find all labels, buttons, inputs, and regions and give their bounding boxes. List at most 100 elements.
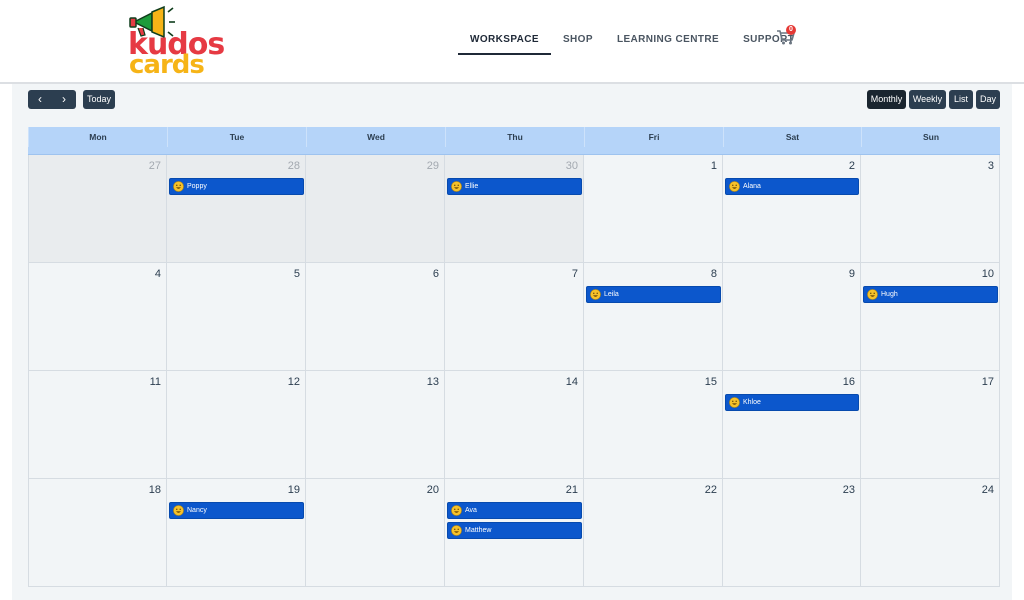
day-number: 28 xyxy=(287,160,300,172)
day-number: 22 xyxy=(704,484,717,496)
calendar-event[interactable]: Hugh xyxy=(863,286,998,303)
smiley-face-icon xyxy=(451,181,462,192)
event-label: Nancy xyxy=(187,507,207,514)
site-header: kudos cards WORKSPACE SHOP LEARNING CENT… xyxy=(0,0,1024,84)
cart-count-badge: 0 xyxy=(786,25,796,35)
smiley-face-icon xyxy=(729,397,740,408)
smiley-face-icon xyxy=(173,505,184,516)
weekday-label-sun: Sun xyxy=(861,127,1000,147)
day-cell[interactable]: 27 xyxy=(28,155,167,263)
logo-text-cards: cards xyxy=(129,50,205,80)
day-number: 6 xyxy=(432,268,439,280)
day-cell[interactable]: 10 xyxy=(861,263,1000,371)
day-number: 24 xyxy=(981,484,994,496)
day-cell[interactable]: 24 xyxy=(861,479,1000,587)
day-cell[interactable]: 29 xyxy=(306,155,445,263)
view-day-button[interactable]: Day xyxy=(976,90,1000,109)
day-cell[interactable]: 12 xyxy=(167,371,306,479)
day-number: 11 xyxy=(149,376,161,388)
day-cell[interactable]: 1 xyxy=(584,155,723,263)
day-cell[interactable]: 6 xyxy=(306,263,445,371)
nav-learning-centre[interactable]: LEARNING CENTRE xyxy=(605,28,731,53)
nav-shop[interactable]: SHOP xyxy=(551,28,605,53)
day-cell[interactable]: 20 xyxy=(306,479,445,587)
view-monthly-button[interactable]: Monthly xyxy=(867,90,906,109)
day-cell[interactable]: 7 xyxy=(445,263,584,371)
day-cell[interactable]: 13 xyxy=(306,371,445,479)
calendar-event[interactable]: Matthew xyxy=(447,522,582,539)
calendar-event[interactable]: Poppy xyxy=(169,178,304,195)
weekday-label-tue: Tue xyxy=(167,127,306,147)
day-number: 5 xyxy=(293,268,300,280)
day-number: 20 xyxy=(426,484,439,496)
day-cell[interactable]: 19 xyxy=(167,479,306,587)
event-label: Leila xyxy=(604,291,619,298)
event-label: Poppy xyxy=(187,183,207,190)
nav-workspace[interactable]: WORKSPACE xyxy=(458,28,551,55)
month-calendar: Mon Tue Wed Thu Fri Sat Sun 27 28 29 30 1 2 3 4 5 6 7 8 9 1… xyxy=(28,127,1000,600)
weekday-label-sat: Sat xyxy=(723,127,861,147)
day-number: 8 xyxy=(710,268,717,280)
day-cell[interactable]: 18 xyxy=(28,479,167,587)
weekday-label-wed: Wed xyxy=(306,127,445,147)
day-number: 27 xyxy=(148,160,161,172)
view-list-button[interactable]: List xyxy=(949,90,973,109)
event-label: Alana xyxy=(743,183,761,190)
calendar-event[interactable]: Nancy xyxy=(169,502,304,519)
day-number: 9 xyxy=(848,268,855,280)
day-cell[interactable]: 15 xyxy=(584,371,723,479)
event-label: Hugh xyxy=(881,291,898,298)
day-number: 1 xyxy=(710,160,717,172)
day-number: 4 xyxy=(154,268,161,280)
event-label: Matthew xyxy=(465,527,492,534)
day-number: 29 xyxy=(426,160,439,172)
day-cell[interactable]: 14 xyxy=(445,371,584,479)
smiley-face-icon xyxy=(867,289,878,300)
day-number: 10 xyxy=(981,268,994,280)
calendar-event[interactable]: Ellie xyxy=(447,178,582,195)
day-cell[interactable]: 5 xyxy=(167,263,306,371)
weekday-label-mon: Mon xyxy=(28,127,167,147)
day-cell[interactable]: 30 xyxy=(445,155,584,263)
next-month-button[interactable]: › xyxy=(52,90,76,109)
day-cell[interactable]: 2 xyxy=(723,155,861,263)
smiley-face-icon xyxy=(451,505,462,516)
day-cell[interactable]: 4 xyxy=(28,263,167,371)
smiley-face-icon xyxy=(451,525,462,536)
day-number: 2 xyxy=(848,160,855,172)
event-label: Ellie xyxy=(465,183,479,190)
day-number: 30 xyxy=(565,160,578,172)
smiley-face-icon xyxy=(729,181,740,192)
prev-month-button[interactable]: ‹ xyxy=(28,90,52,109)
day-cell[interactable]: 8 xyxy=(584,263,723,371)
day-cell[interactable]: 11 xyxy=(28,371,167,479)
smiley-face-icon xyxy=(173,181,184,192)
kudos-cards-logo[interactable]: kudos cards xyxy=(126,4,225,80)
day-number: 17 xyxy=(981,376,994,388)
day-cell[interactable]: 9 xyxy=(723,263,861,371)
weekday-label-thu: Thu xyxy=(445,127,584,147)
weekday-label-fri: Fri xyxy=(584,127,723,147)
day-number: 18 xyxy=(148,484,161,496)
day-cell[interactable]: 28 xyxy=(167,155,306,263)
calendar-event[interactable]: Khloe xyxy=(725,394,859,411)
day-number: 16 xyxy=(842,376,855,388)
day-cell[interactable]: 16 xyxy=(723,371,861,479)
day-cell[interactable]: 3 xyxy=(861,155,1000,263)
day-number: 3 xyxy=(987,160,994,172)
calendar-event[interactable]: Ava xyxy=(447,502,582,519)
page: kudos cards WORKSPACE SHOP LEARNING CENT… xyxy=(0,0,1024,600)
calendar-event[interactable]: Leila xyxy=(586,286,721,303)
date-nav-group: ‹ › xyxy=(28,90,76,109)
day-cell[interactable]: 22 xyxy=(584,479,723,587)
day-cell[interactable]: 23 xyxy=(723,479,861,587)
today-button[interactable]: Today xyxy=(83,90,115,109)
day-number: 12 xyxy=(287,376,300,388)
day-number: 23 xyxy=(842,484,855,496)
day-number: 13 xyxy=(426,376,439,388)
day-cell[interactable]: 17 xyxy=(861,371,1000,479)
smiley-face-icon xyxy=(590,289,601,300)
calendar-event[interactable]: Alana xyxy=(725,178,859,195)
view-weekly-button[interactable]: Weekly xyxy=(909,90,946,109)
day-number: 19 xyxy=(287,484,300,496)
